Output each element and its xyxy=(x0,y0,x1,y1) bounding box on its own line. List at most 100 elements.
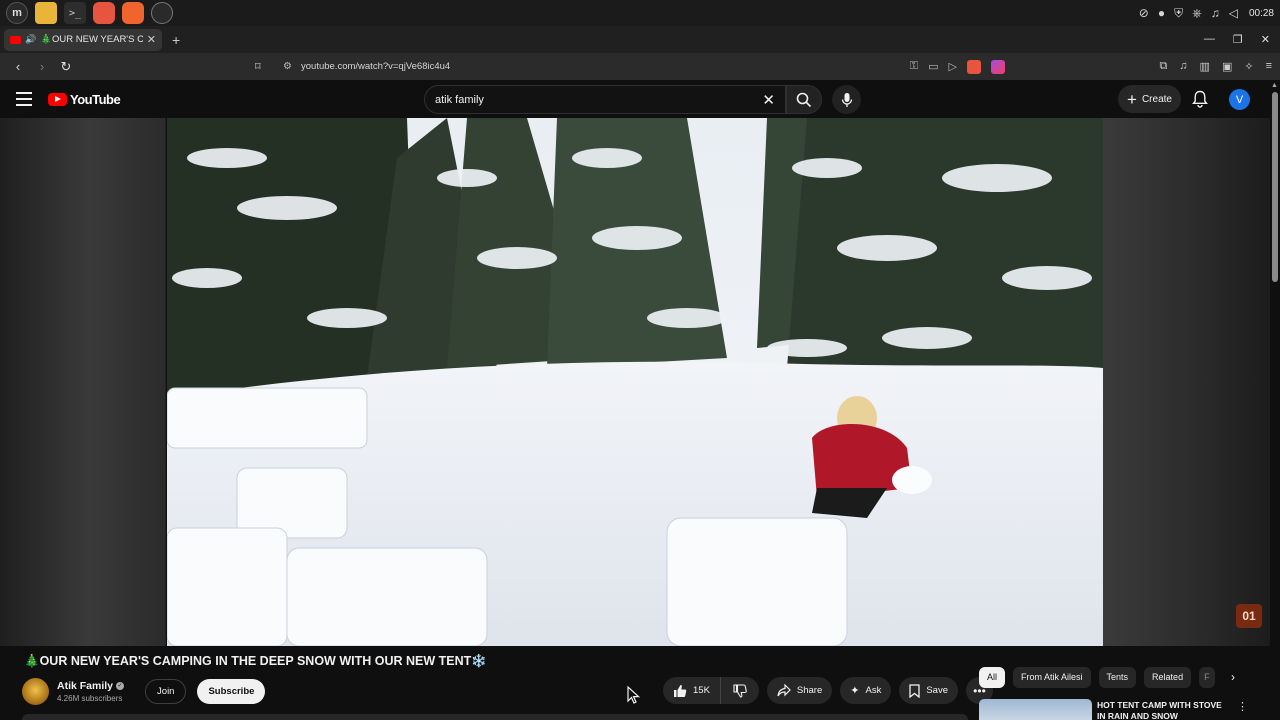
leo-icon[interactable]: ✧ xyxy=(1244,60,1253,73)
bookmark-icon[interactable]: ⌑ xyxy=(255,60,275,73)
chip-all[interactable]: All xyxy=(979,666,1006,688)
video-title: 🎄OUR NEW YEAR'S CAMPING IN THE DEEP SNOW… xyxy=(24,654,487,668)
plus-icon: + xyxy=(1127,89,1137,109)
brave-shields-icon[interactable] xyxy=(967,59,981,74)
microphone-icon xyxy=(841,92,852,107)
ask-label: Ask xyxy=(865,685,882,696)
chevron-right-icon[interactable]: › xyxy=(1226,666,1240,687)
page-scrollbar[interactable]: ▲ xyxy=(1270,80,1280,720)
key-icon[interactable]: ⚿ xyxy=(910,60,918,73)
chip-from-atik-ailesi[interactable]: From Atik Ailesi xyxy=(1013,666,1091,688)
chip-more[interactable]: F xyxy=(1199,666,1216,688)
clock[interactable]: 00:28 xyxy=(1249,8,1274,19)
scroll-thumb[interactable] xyxy=(1272,92,1278,282)
browser-menu-icon[interactable]: ≡ xyxy=(1266,60,1272,73)
new-tab-icon[interactable]: + xyxy=(172,32,180,48)
save-label: Save xyxy=(926,685,948,696)
recommendation-menu-icon[interactable]: ⋮ xyxy=(1237,700,1248,713)
channel-avatar[interactable] xyxy=(22,677,49,705)
search-icon xyxy=(796,92,812,107)
like-count: 15K xyxy=(693,685,710,696)
screenshot-icon[interactable]: ⧉ xyxy=(1159,60,1167,73)
dislike-button[interactable] xyxy=(719,677,759,704)
video-actions: 15K Share ✦ Ask Save ••• xyxy=(663,677,993,704)
browser-tab-strip: 🔊 🎄OUR NEW YEAR'S CAMPING ✕ + — ❐ ✕ xyxy=(0,26,1280,53)
wallet-icon[interactable]: ▣ xyxy=(1222,60,1232,73)
speaker-icon[interactable]: 🔊 xyxy=(25,34,36,45)
window-controls: — ❐ ✕ xyxy=(1204,33,1280,46)
volume-icon[interactable]: ◁ xyxy=(1229,6,1238,20)
channel-watermark[interactable]: 01 xyxy=(1236,604,1262,628)
sidebar-icon[interactable]: ▥ xyxy=(1200,60,1210,73)
terminal-icon[interactable]: >_ xyxy=(64,2,86,24)
files-icon[interactable] xyxy=(35,2,57,24)
vpn-icon[interactable]: ⊘ xyxy=(1139,6,1149,20)
update-icon[interactable]: ● xyxy=(1158,6,1165,20)
search-button[interactable] xyxy=(786,85,822,114)
address-bar[interactable]: ⌑ ⚙ youtube.com/watch?v=qjVe68ic4u4 ⚿ ▭ … xyxy=(255,56,1005,78)
description-box[interactable] xyxy=(22,714,968,720)
chrome-icon[interactable] xyxy=(151,2,173,24)
channel-info: Atik Family ✓ 4.26M subscribers xyxy=(57,680,125,703)
save-button[interactable]: Save xyxy=(899,677,958,704)
close-tab-icon[interactable]: ✕ xyxy=(147,33,156,46)
chip-tents[interactable]: Tents xyxy=(1098,666,1137,688)
create-label: Create xyxy=(1141,93,1172,105)
close-window-icon[interactable]: ✕ xyxy=(1261,33,1270,46)
reload-icon[interactable]: ↻ xyxy=(56,59,76,75)
system-tray: ⊘ ● ⛨ ⎈ ♫ ◁ 00:28 xyxy=(1139,6,1274,21)
like-button[interactable]: 15K xyxy=(663,677,720,704)
notifications-button[interactable] xyxy=(1192,90,1208,113)
chip-related[interactable]: Related xyxy=(1144,666,1192,688)
youtube-logo-text: YouTube xyxy=(70,92,121,107)
back-icon[interactable]: ‹ xyxy=(8,59,28,74)
channel-name[interactable]: Atik Family xyxy=(57,680,113,692)
share-button[interactable]: Share xyxy=(766,677,833,704)
search-query[interactable]: atik family xyxy=(435,94,762,106)
related-chips: All From Atik Ailesi Tents Related F xyxy=(979,666,1216,688)
cast-icon[interactable]: ▭ xyxy=(928,60,938,73)
ask-button[interactable]: ✦ Ask xyxy=(840,677,892,704)
firefox-icon[interactable] xyxy=(93,2,115,24)
maximize-icon[interactable]: ❐ xyxy=(1233,33,1243,46)
subscriber-count: 4.26M subscribers xyxy=(57,693,123,703)
site-info-icon[interactable]: ⚙ xyxy=(283,61,301,72)
os-taskbar: m >_ ⊘ ● ⛨ ⎈ ♫ ◁ 00:28 xyxy=(0,0,1280,26)
ambient-background-right xyxy=(1103,118,1270,646)
recommendation-title[interactable]: HOT TENT CAMP WITH STOVE IN RAIN AND SNO… xyxy=(1097,700,1227,720)
bell-icon xyxy=(1192,90,1208,108)
youtube-header: YouTube atik family ✕ + Create V xyxy=(0,80,1280,118)
network-icon[interactable]: ⎈ xyxy=(1192,6,1202,21)
video-frame xyxy=(167,118,1103,646)
subscribe-button[interactable]: Subscribe xyxy=(197,678,266,704)
video-player[interactable] xyxy=(167,118,1103,646)
share-label: Share xyxy=(796,685,823,696)
verified-icon: ✓ xyxy=(116,681,125,690)
mouse-cursor-icon xyxy=(627,686,641,704)
channel-name-row: Atik Family ✓ xyxy=(57,680,125,692)
thumbs-down-icon xyxy=(733,683,747,698)
account-avatar[interactable]: V xyxy=(1229,89,1250,110)
url-text[interactable]: youtube.com/watch?v=qjVe68ic4u4 xyxy=(301,61,910,72)
create-button[interactable]: + Create xyxy=(1118,85,1181,113)
shield-icon[interactable]: ⛨ xyxy=(1174,6,1183,21)
youtube-play-icon xyxy=(48,93,67,106)
menu-icon[interactable]: m xyxy=(6,2,28,24)
brave-icon[interactable] xyxy=(122,2,144,24)
share-page-icon[interactable]: ▷ xyxy=(949,60,957,73)
youtube-logo[interactable]: YouTube xyxy=(48,92,121,107)
scroll-up-icon[interactable]: ▲ xyxy=(1271,82,1278,89)
browser-tab[interactable]: 🔊 🎄OUR NEW YEAR'S CAMPING ✕ xyxy=(4,28,162,51)
clear-search-icon[interactable]: ✕ xyxy=(762,91,775,109)
search-input[interactable]: atik family ✕ xyxy=(424,85,786,114)
audio-icon[interactable]: ♫ xyxy=(1211,6,1220,20)
minimize-icon[interactable]: — xyxy=(1204,33,1215,46)
voice-search-button[interactable] xyxy=(832,85,861,114)
join-button[interactable]: Join xyxy=(145,678,187,704)
video-owner: Atik Family ✓ 4.26M subscribers Join Sub… xyxy=(22,677,266,705)
brave-rewards-icon[interactable] xyxy=(991,59,1005,74)
guide-menu-icon[interactable] xyxy=(16,92,32,110)
recommendation-thumbnail[interactable] xyxy=(979,699,1092,720)
media-icon[interactable]: ♫ xyxy=(1179,60,1187,73)
forward-icon[interactable]: › xyxy=(32,59,52,74)
